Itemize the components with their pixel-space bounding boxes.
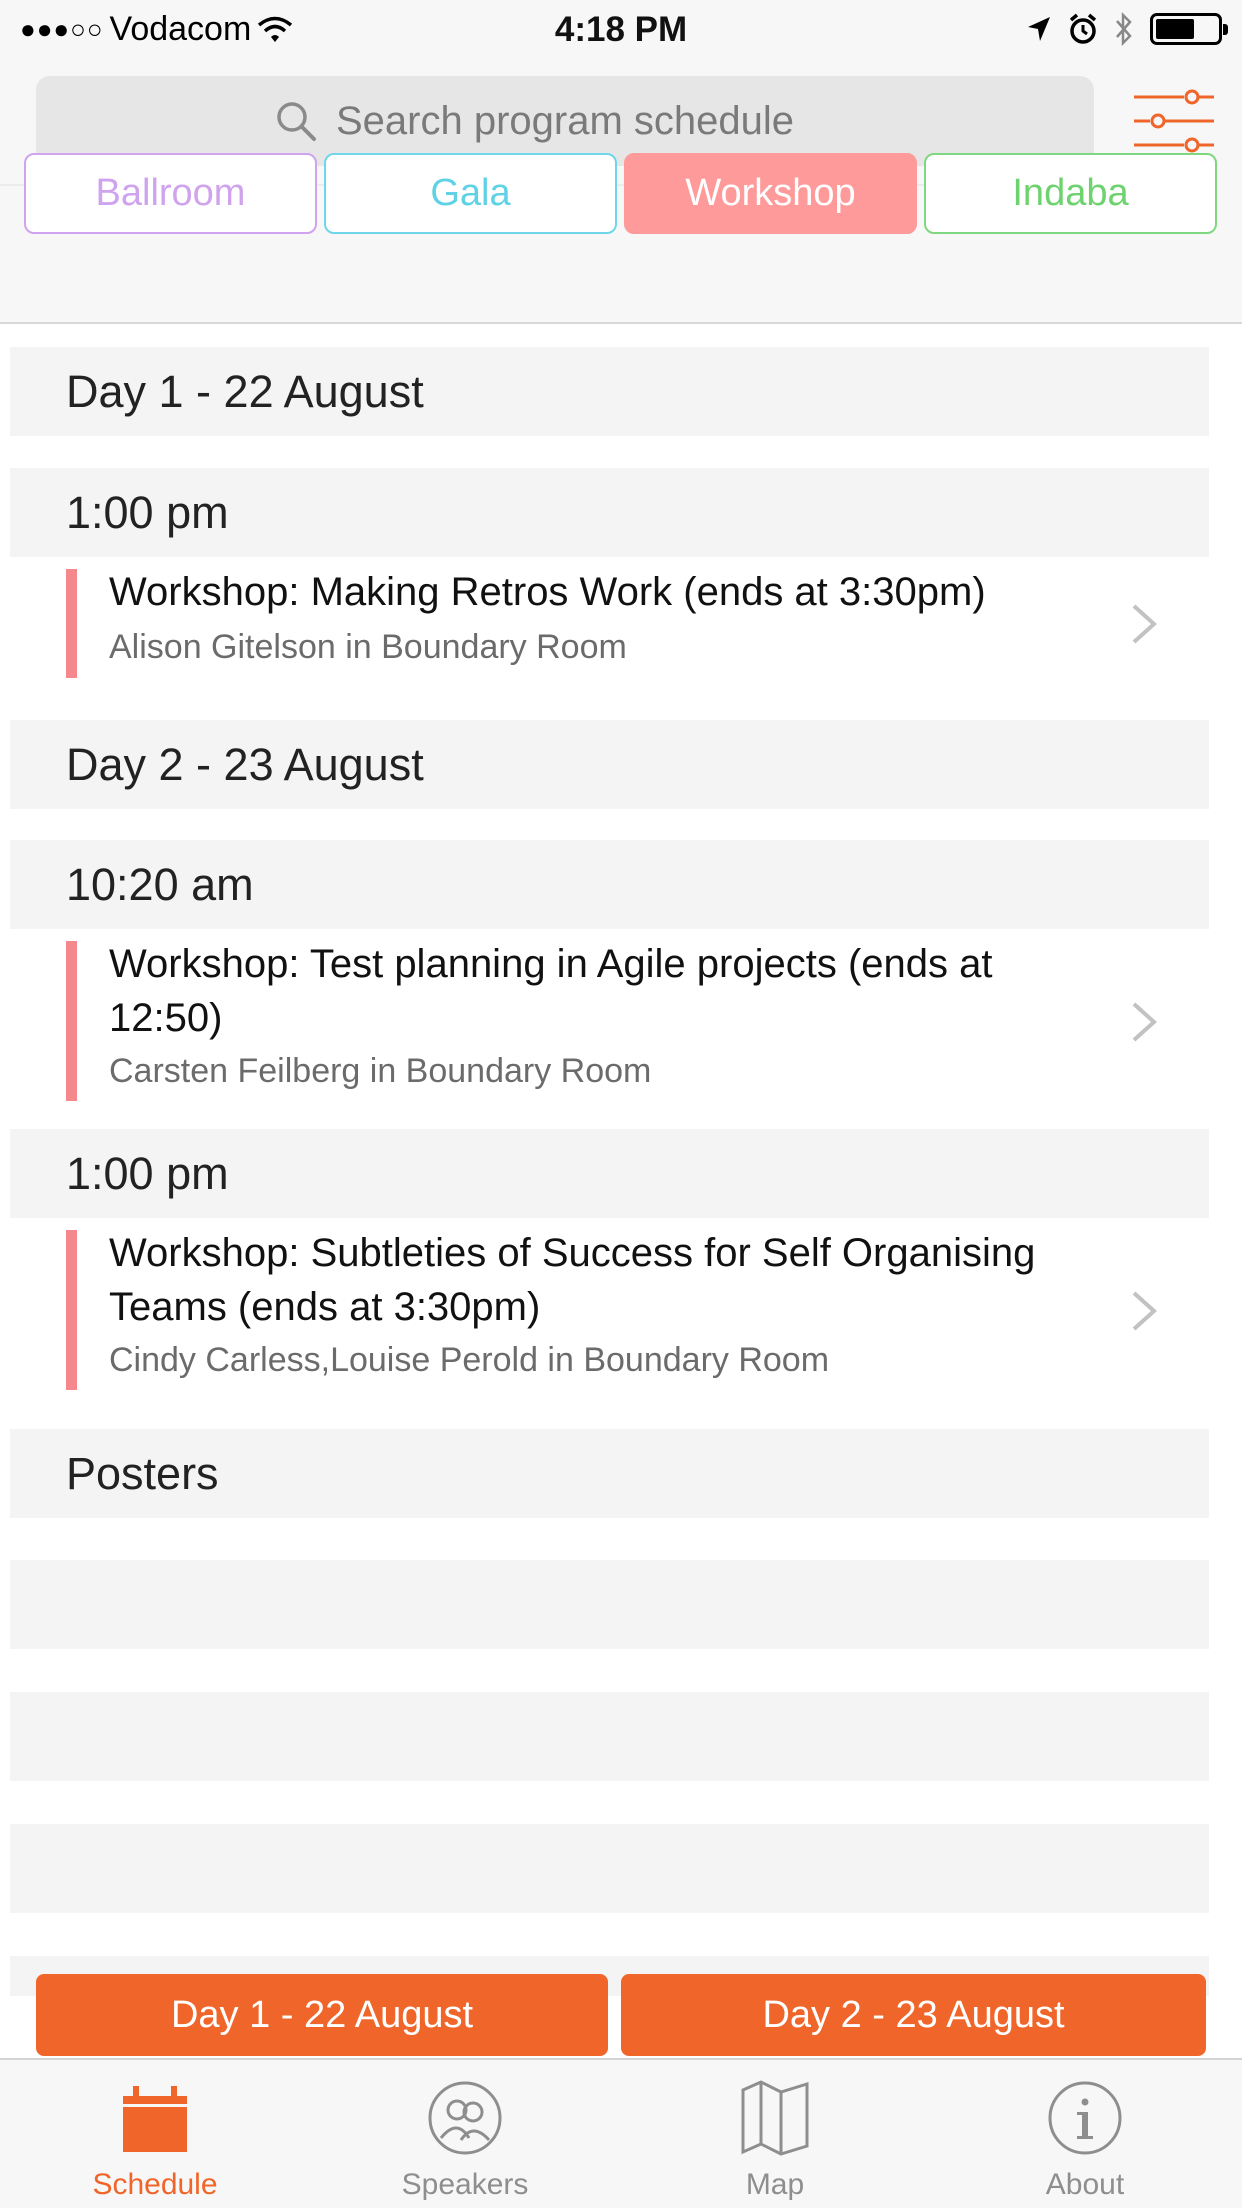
filter-chip-ballroom[interactable]: Ballroom [24,153,317,234]
tab-label: Schedule [92,2168,218,2201]
time-slot-header: 1:00 pm [10,468,1209,557]
session-category-bar [66,569,77,678]
session-title: Workshop: Making Retros Work (ends at 3:… [109,570,986,614]
time-slot-label: 10:20 am [66,858,254,910]
tab-schedule[interactable]: Schedule [0,2060,310,2208]
filter-chip-indaba[interactable]: Indaba [924,153,1217,234]
filter-chip-workshop[interactable]: Workshop [624,153,917,234]
time-slot-header: 1:00 pm [10,1129,1209,1218]
chevron-right-icon [1132,1002,1157,1042]
session-category-bar [66,941,77,1101]
tab-about[interactable]: About [930,2060,1240,2208]
day-section-header: Day 1 - 22 August [10,347,1209,436]
placeholder-row [10,1560,1209,1649]
tab-label: Speakers [401,2168,529,2201]
session-speaker-room: Cindy Carless,Louise Perold in Boundary … [109,1341,830,1379]
placeholder-row [10,1692,1209,1781]
session-speaker-room: Carsten Feilberg in Boundary Room [109,1052,652,1090]
tab-map[interactable]: Map [620,2060,930,2208]
day-section-header: Day 2 - 23 August [10,720,1209,809]
chevron-right-icon [1132,604,1157,644]
session-speaker-room: Alison Gitelson in Boundary Room [109,628,627,666]
status-bar: ●●●○○ Vodacom 4:18 PM [0,0,1242,62]
alarm-icon [1069,13,1097,44]
day-section-title: Day 2 - 23 August [66,738,424,790]
search-input[interactable] [336,98,856,144]
session-row[interactable]: Workshop: Test planning in Agile project… [10,929,1209,1113]
bluetooth-icon [1116,12,1132,46]
info-icon [1048,2081,1122,2155]
session-title: Workshop: Test planning in Agile project… [109,942,993,1040]
filter-chip-gala[interactable]: Gala [324,153,617,234]
tab-label: Map [745,2168,805,2201]
calendar-icon [123,2086,187,2152]
tab-label: About [1045,2168,1125,2201]
jump-day2-button[interactable]: Day 2 - 23 August [621,1974,1206,2056]
time-slot-label: 1:00 pm [66,1147,229,1199]
session-title: Workshop: Subtleties of Success for Self… [109,1231,1036,1329]
battery-icon [1150,13,1228,45]
tab-speakers[interactable]: Speakers [310,2060,620,2208]
location-arrow-icon [1028,17,1050,41]
posters-section-header: Posters [10,1429,1209,1518]
category-filter-chips: Ballroom Gala Workshop Indaba [24,153,1217,234]
placeholder-row [10,1824,1209,1913]
time-slot-label: 1:00 pm [66,486,229,538]
day-section-title: Day 1 - 22 August [66,365,424,417]
speakers-icon [428,2081,502,2155]
map-icon [741,2080,809,2156]
posters-section-title: Posters [66,1447,219,1499]
session-row[interactable]: Workshop: Making Retros Work (ends at 3:… [10,557,1209,690]
time-slot-header: 10:20 am [10,840,1209,929]
session-row[interactable]: Workshop: Subtleties of Success for Self… [10,1218,1209,1402]
session-category-bar [66,1230,77,1390]
tab-bar: Schedule Speakers Map About [0,2058,1242,2208]
status-right [1026,12,1228,46]
filter-settings-icon[interactable] [1132,88,1216,154]
search-icon [277,102,316,141]
jump-day1-button[interactable]: Day 1 - 22 August [36,1974,608,2056]
chevron-right-icon [1132,1291,1157,1331]
